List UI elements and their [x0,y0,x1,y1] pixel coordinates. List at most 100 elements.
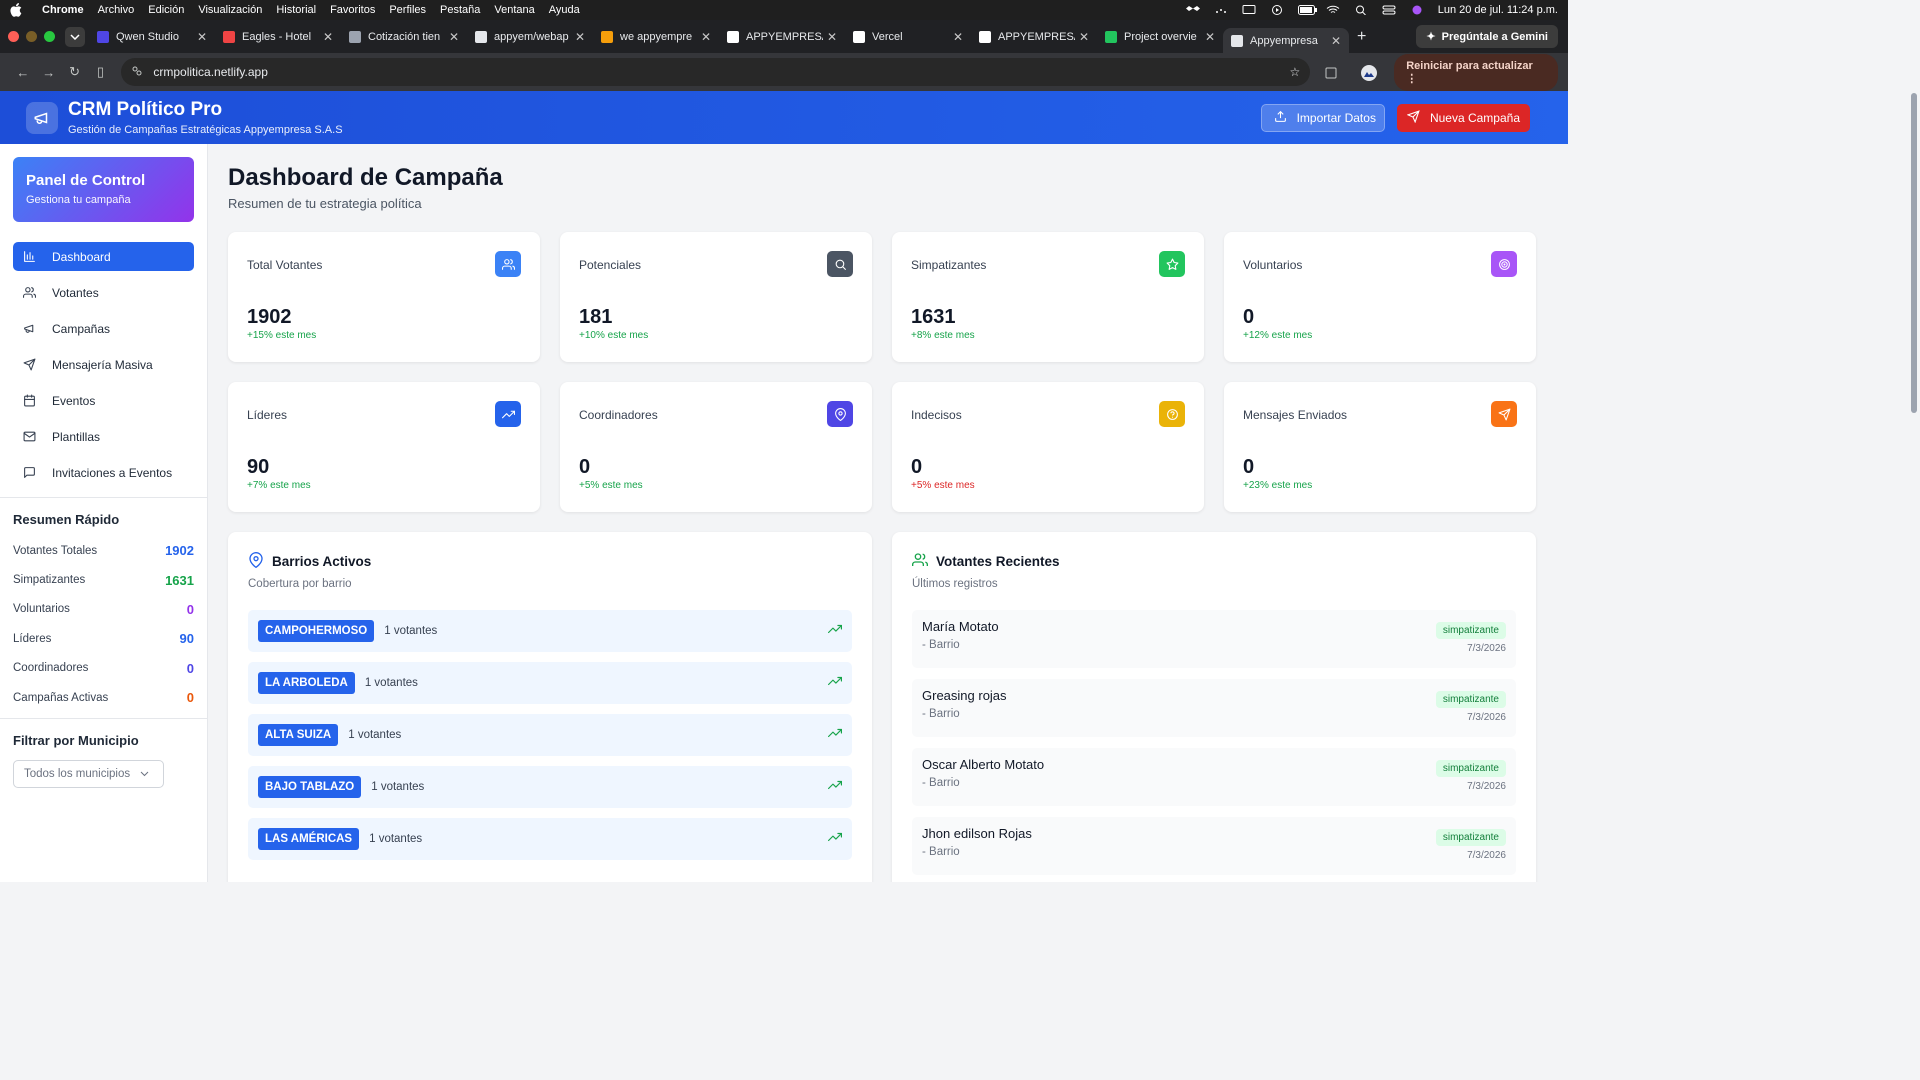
summary-value: 0 [186,601,194,617]
import-data-button[interactable]: Importar Datos [1260,103,1385,132]
stat-label: Indecisos [911,408,962,422]
recent-voter-item[interactable]: Jhon edilson Rojas - Barrio simpatizante 7/… [912,817,1516,875]
apple-icon[interactable] [10,3,24,17]
close-tab-icon[interactable]: ✕ [323,30,333,44]
tab-search-button[interactable] [65,26,85,47]
barrio-row[interactable]: CAMPOHERMOSO 1 votantes [248,610,852,652]
recent-voter-item[interactable]: Greasing rojas - Barrio simpatizante 7/3/20… [912,679,1516,737]
menu-ventana[interactable]: Ventana [494,4,534,16]
barrio-row[interactable]: BAJO TABLAZO 1 votantes [248,766,852,808]
stat-change: +5% este mes [911,480,975,491]
sidebar-item-invitaciones-a-eventos[interactable]: Invitaciones a Eventos [13,458,194,487]
stat-value: 0 [1243,306,1255,328]
municipio-select[interactable]: Todos los municipios [13,760,164,789]
barrio-row[interactable]: ALTA SUIZA 1 votantes [248,714,852,756]
display-icon[interactable] [1242,5,1256,15]
recent-voters-card: Votantes Recientes Últimos registros Mar… [892,532,1536,882]
clock[interactable]: Lun 20 de jul. 11:24 p.m. [1438,4,1558,16]
menu-pestana[interactable]: Pestaña [440,4,480,16]
browser-tab[interactable]: Project overvie ✕ [1097,24,1223,49]
stat-change: +7% este mes [247,480,311,491]
menu-visualizacion[interactable]: Visualización [198,4,262,16]
menu-historial[interactable]: Historial [276,4,316,16]
zoom-window-button[interactable] [44,31,55,42]
close-tab-icon[interactable]: ✕ [1079,30,1089,44]
sidebar-item-votantes[interactable]: Votantes [13,278,194,307]
status-badge: simpatizante [1435,691,1506,708]
browser-tab[interactable]: Eagles - Hotel ✕ [215,24,341,49]
close-tab-icon[interactable]: ✕ [575,30,585,44]
dropbox-icon[interactable] [1185,5,1200,15]
barrio-row[interactable]: LAS AMÉRICAS 1 votantes [248,818,852,860]
close-tab-icon[interactable]: ✕ [953,30,963,44]
close-tab-icon[interactable]: ✕ [827,30,837,44]
bookmark-star-icon[interactable]: ☆ [1289,65,1300,79]
app-subtitle: Gestión de Campañas Estratégicas Appyemp… [68,124,343,136]
recent-voter-item[interactable]: María Motato - Barrio simpatizante 7/3/2026 [912,610,1516,668]
sidepanel-icon[interactable]: ▯ [88,64,114,80]
siri-icon[interactable] [1410,5,1424,15]
browser-tab[interactable]: Qwen Studio ✕ [89,24,215,49]
stat-label: Coordinadores [579,408,658,422]
status-badge: simpatizante [1435,829,1506,846]
quick-summary-title: Resumen Rápido [13,512,120,527]
profile-avatar[interactable] [1360,64,1378,81]
wifi-icon[interactable] [1326,5,1340,15]
search-icon[interactable] [1354,5,1368,16]
browser-tab[interactable]: appyem/webap ✕ [467,24,593,49]
dots-icon[interactable] [1214,5,1228,15]
summary-label: Simpatizantes [13,574,86,587]
browser-tab[interactable]: APPYEMPRESA ✕ [719,24,845,49]
new-tab-button[interactable]: + [1357,28,1366,46]
browser-tab[interactable]: APPYEMPRESA ✕ [971,24,1097,49]
close-tab-icon[interactable]: ✕ [701,30,711,44]
sidebar-item-dashboard[interactable]: Dashboard [13,242,194,271]
barrio-tag: ALTA SUIZA [258,724,339,746]
browser-tab[interactable]: Cotización tien ✕ [341,24,467,49]
stat-card: Coordinadores 0 +5% este mes [560,382,872,512]
barrio-row[interactable]: LA ARBOLEDA 1 votantes [248,662,852,704]
menu-ayuda[interactable]: Ayuda [549,4,580,16]
reload-icon[interactable]: ↻ [62,64,88,80]
sidebar-item-label: Campañas [52,321,111,336]
back-icon[interactable]: ← [10,65,36,80]
restart-update-button[interactable]: Reiniciar para actualizar ⋮ [1394,53,1558,91]
browser-tab[interactable]: Appyempresa ✕ [1223,28,1349,53]
recent-voter-item[interactable]: Oscar Alberto Motato - Barrio simpatizante… [912,748,1516,806]
site-info-icon[interactable] [131,65,143,80]
stat-value: 0 [579,456,591,478]
stat-card: Total Votantes 1902 +15% este mes [228,232,540,362]
sidebar-item-plantillas[interactable]: Plantillas [13,422,194,451]
browser-tab[interactable]: we appyempre ✕ [593,24,719,49]
close-tab-icon[interactable]: ✕ [1205,30,1215,44]
minimize-window-button[interactable] [26,31,37,42]
omnibox[interactable]: crmpolitica.netlify.app ☆ [121,58,1311,86]
sidebar-item-eventos[interactable]: Eventos [13,386,194,415]
star-icon [1159,251,1185,277]
browser-tab[interactable]: Vercel ✕ [845,24,971,49]
close-tab-icon[interactable]: ✕ [197,30,207,44]
extensions-icon[interactable] [1324,64,1340,80]
close-window-button[interactable] [8,31,19,42]
new-campaign-button[interactable]: Nueva Campaña [1396,103,1530,132]
gemini-button[interactable]: ✦ Pregúntale a Gemini [1416,25,1558,48]
sidebar-item-campa-as[interactable]: Campañas [13,314,194,343]
menu-favoritos[interactable]: Favoritos [330,4,375,16]
url-text[interactable]: crmpolitica.netlify.app [153,65,1279,79]
play-icon[interactable] [1270,5,1284,15]
sidebar-item-mensajer-a-masiva[interactable]: Mensajería Masiva [13,350,194,379]
menu-archivo[interactable]: Archivo [98,4,135,16]
page-scrollbar[interactable] [1908,91,1920,882]
close-tab-icon[interactable]: ✕ [1331,34,1341,48]
forward-icon[interactable]: → [36,65,62,80]
users-icon [912,552,928,571]
stat-card: Voluntarios 0 +12% este mes [1224,232,1536,362]
menu-perfiles[interactable]: Perfiles [389,4,426,16]
scrollbar-thumb[interactable] [1911,93,1917,413]
control-center-icon[interactable] [1382,5,1396,15]
divider [0,497,207,498]
close-tab-icon[interactable]: ✕ [449,30,459,44]
menu-edicion[interactable]: Edición [148,4,184,16]
menu-chrome[interactable]: Chrome [42,4,84,16]
trending-up-icon [495,401,521,427]
